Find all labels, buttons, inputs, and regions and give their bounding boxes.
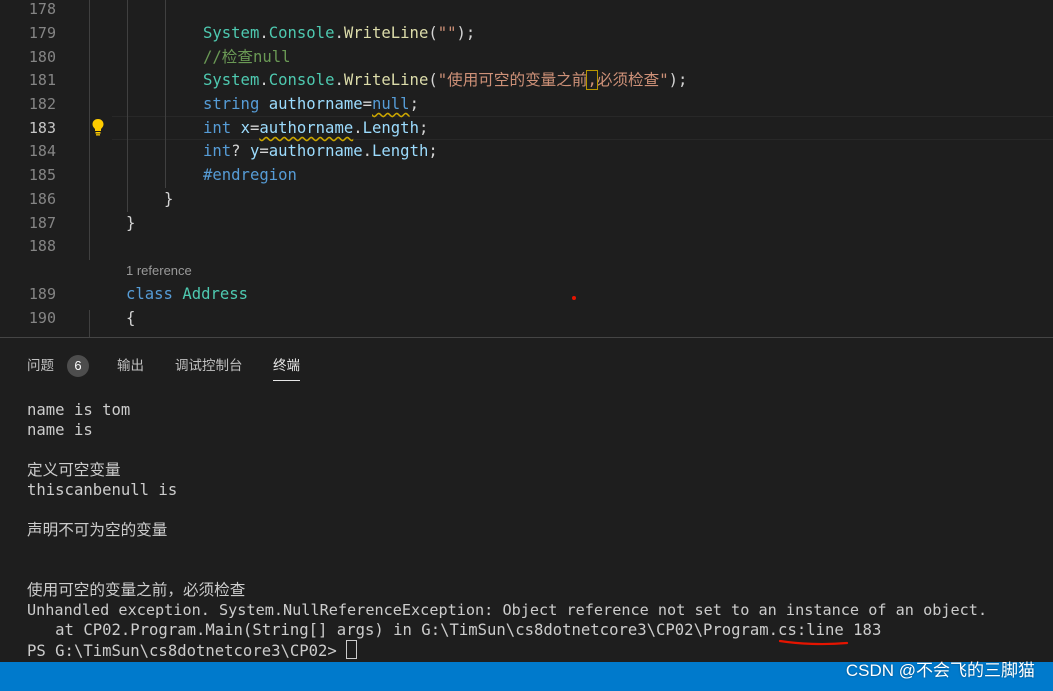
line-number: 188	[28, 237, 56, 255]
line-number: 182	[28, 95, 56, 113]
code-line-190: {	[126, 309, 136, 327]
terminal-line: name is tom	[27, 401, 131, 419]
terminal-line: thiscanbenull is	[27, 481, 178, 499]
code-editor[interactable]: 178 179 180 181 182 183 184 185 186 187 …	[0, 0, 1053, 337]
terminal-prompt: PS G:\TimSun\cs8dotnetcore3\CP02>	[27, 642, 347, 660]
code-line-187: }	[126, 214, 136, 232]
code-line-185: #endregion	[203, 166, 297, 184]
code-line-184: int? y=authorname.Length;	[203, 142, 438, 160]
line-number: 179	[28, 24, 56, 42]
line-number: 187	[28, 214, 56, 232]
code-line-186: }	[164, 190, 174, 208]
line-number-active: 183	[28, 119, 56, 137]
line-number: 186	[28, 190, 56, 208]
indent-guide	[165, 0, 166, 188]
tab-terminal[interactable]: 终端	[273, 356, 300, 381]
terminal-line: 定义可空变量	[27, 461, 121, 479]
code-line-179: System.Console.WriteLine("");	[203, 24, 476, 42]
tab-problems[interactable]: 问题	[27, 356, 54, 376]
terminal-cursor	[346, 640, 358, 659]
indent-guide	[89, 310, 90, 337]
code-line-182: string authorname=null;	[203, 95, 419, 113]
line-number: 181	[28, 71, 56, 89]
annotation-dot	[572, 296, 576, 300]
terminal-error-line: Unhandled exception. System.NullReferenc…	[27, 601, 988, 619]
terminal-output[interactable]: name is tom name is 定义可空变量 thiscanbenull…	[27, 400, 1047, 660]
codelens-references[interactable]: 1 reference	[126, 261, 192, 281]
tab-output[interactable]: 输出	[117, 356, 144, 376]
line-number: 190	[28, 309, 56, 327]
line-number: 184	[28, 142, 56, 160]
terminal-stack-line: at CP02.Program.Main(String[] args) in G…	[27, 621, 882, 639]
indent-guide	[127, 0, 128, 212]
problems-count-badge: 6	[67, 355, 89, 377]
code-line-181: System.Console.WriteLine("使用可空的变量之前,必须检查…	[203, 70, 688, 90]
terminal-line: name is	[27, 421, 93, 439]
lightbulb-icon[interactable]	[90, 118, 106, 136]
code-line-189: class Address	[126, 285, 249, 303]
red-underline-annotation	[779, 639, 849, 646]
bottom-panel: 问题 6 输出 调试控制台 终端 name is tom name is 定义可…	[0, 337, 1053, 663]
line-number: 185	[28, 166, 56, 184]
terminal-line: 使用可空的变量之前，必须检查	[27, 581, 246, 599]
line-number: 178	[28, 0, 56, 18]
line-number: 180	[28, 48, 56, 66]
code-line-183: int x=authorname.Length;	[203, 119, 429, 137]
terminal-line: 声明不可为空的变量	[27, 521, 168, 539]
panel-tab-bar: 问题 6 输出 调试控制台 终端	[0, 338, 1053, 388]
line-number: 189	[28, 285, 56, 303]
watermark: CSDN @不会飞的三脚猫	[845, 661, 1035, 680]
tab-debug-console[interactable]: 调试控制台	[175, 356, 243, 376]
code-line-180: //检查null	[203, 48, 291, 66]
